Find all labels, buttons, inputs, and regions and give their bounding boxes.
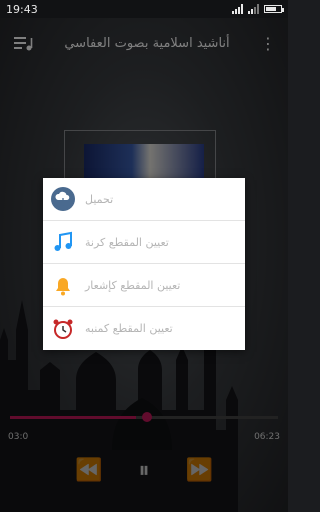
set-alarm-label: تعيين المقطع كمنبه <box>85 322 173 335</box>
set-alarm-option[interactable]: تعيين المقطع كمنبه <box>43 307 245 350</box>
set-ringtone-option[interactable]: تعيين المقطع كرنة <box>43 221 245 264</box>
set-notification-label: تعيين المقطع كإشعار <box>85 278 181 292</box>
status-bar: 19:43 <box>0 0 288 18</box>
status-icons <box>232 4 284 14</box>
battery-icon <box>264 5 284 13</box>
music-note-icon <box>51 230 75 254</box>
set-notification-option[interactable]: تعيين المقطع كإشعار <box>43 264 245 307</box>
cloud-download-icon <box>51 187 75 211</box>
set-ringtone-label: تعيين المقطع كرنة <box>85 235 169 249</box>
signal-2-icon <box>248 4 259 14</box>
status-time: 19:43 <box>6 2 38 16</box>
download-option[interactable]: تحميل <box>43 178 245 221</box>
bell-icon <box>51 273 75 297</box>
options-dialog: تحميل تعيين المقطع كرنة تعيين المقطع كإش… <box>43 178 245 350</box>
signal-icon <box>232 4 243 14</box>
alarm-clock-icon <box>51 317 75 341</box>
download-label: تحميل <box>85 192 114 206</box>
